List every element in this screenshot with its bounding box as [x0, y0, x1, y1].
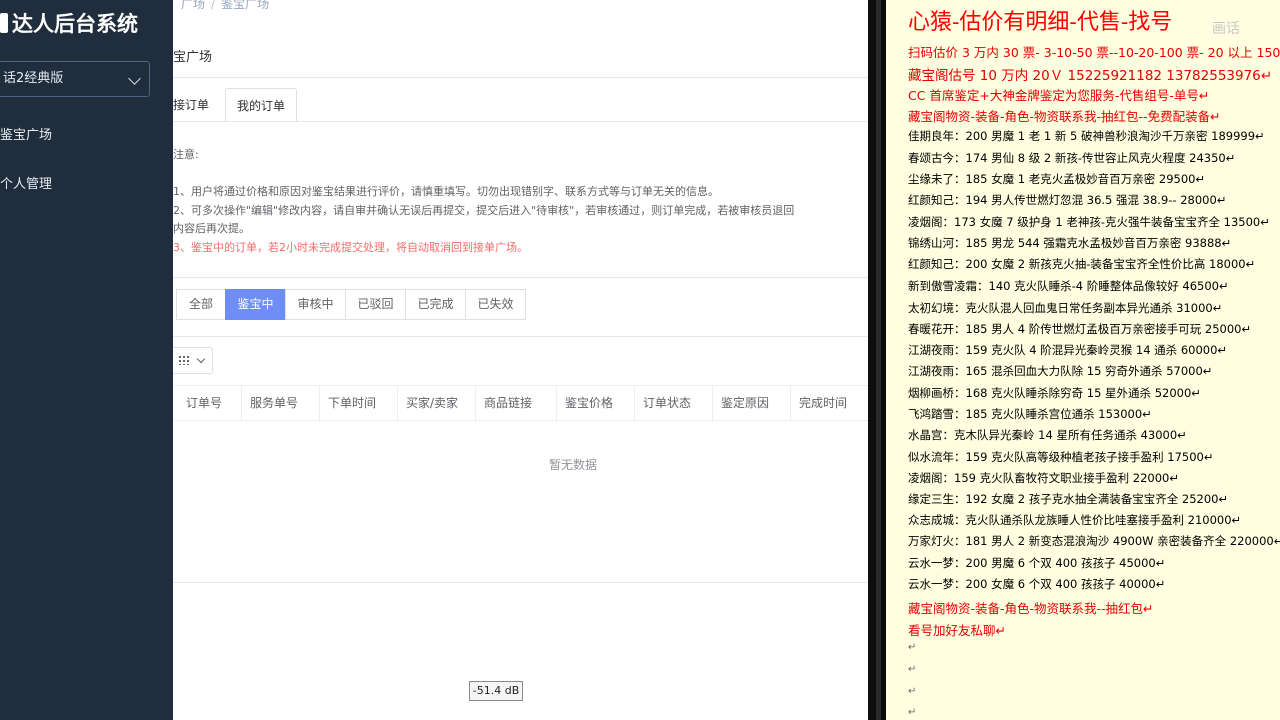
note-line: 尘缘未了：185 女魔 1 老克火孟极妙音百万亲密 29500↵	[908, 172, 1206, 186]
note-line: 春颂古今：174 男仙 8 级 2 新孩-传世容止风克火程度 24350↵	[908, 151, 1236, 165]
note-line: 锦绣山河：185 男龙 544 强霜克水孟极妙音百万亲密 93888↵	[908, 236, 1232, 250]
app-title: 达人后台系统	[0, 8, 138, 38]
paragraph-mark: ↵	[908, 707, 917, 718]
watermark: 画话	[1212, 21, 1240, 37]
note-line: 似水流年：159 克火队高等级种植老孩子接手盈利 17500↵	[908, 450, 1214, 464]
filter-completed-button[interactable]: 已完成	[405, 289, 466, 320]
note-line: 凌烟阁：173 女魔 7 级护身 1 老神孩-克火强牛装备宝宝齐全 13500↵	[908, 215, 1270, 229]
filter-reviewing-button[interactable]: 审核中	[285, 289, 346, 320]
note-line: 藏宝阁物资-装备-角色-物资联系我-抽红包--免费配装备↵	[908, 109, 1221, 124]
column-header[interactable]: 鉴宝价格	[557, 386, 635, 422]
tab-take-orders[interactable]: 接订单	[173, 88, 209, 122]
note-line: 万家灯火：181 男人 2 新变态混浪淘沙 4900W 亲密装备齐全 22000…	[908, 534, 1280, 548]
note-line: 凌烟阁：159 克火队畜牧符文职业接手盈利 22000↵	[908, 471, 1179, 485]
main-panel: 广场 / 鉴宝广场 宝广场 接订单 我的订单 注意: 1、用户将通过价格和原因对鉴宝…	[173, 0, 868, 720]
note-line: 云水一梦：200 男魔 6 个双 400 孩孩子 45000↵	[908, 556, 1166, 570]
version-select[interactable]: 话2经典版	[0, 61, 150, 97]
note-line: CC 首席鉴定+大神金牌鉴定为您服务-代售组号-单号↵	[908, 88, 1210, 103]
note-line: 缘定三生：192 女魔 2 孩子克水抽全满装备宝宝齐全 25200↵	[908, 492, 1229, 506]
column-header[interactable]: 订单号	[178, 386, 242, 422]
note-line: 飞鸿踏雪：185 克火队睡杀宫位通杀 153000↵	[908, 407, 1152, 421]
notice-item: 内容后再次提。	[173, 222, 250, 235]
filter-all-button[interactable]: 全部	[176, 289, 226, 320]
column-header[interactable]: 商品链接	[476, 386, 557, 422]
note-line: 云水一梦：200 女魔 6 个双 400 孩孩子 40000↵	[908, 577, 1166, 591]
column-header[interactable]: 完成时间	[791, 386, 868, 422]
breadcrumb-separator: /	[211, 0, 216, 11]
note-line: 水晶宫：克木队异光秦岭 14 星所有任务通杀 43000↵	[908, 428, 1187, 442]
note-line: 众志成城：克火队通杀队龙族睡人性价比哇塞接手盈利 210000↵	[908, 513, 1242, 527]
chevron-down-icon	[196, 354, 206, 364]
empty-state: 暂无数据	[548, 458, 597, 472]
status-filter-group: 全部 鉴宝中 审核中 已驳回 已完成 已失效	[176, 289, 526, 320]
page-title: 宝广场	[173, 50, 213, 65]
notes-panel[interactable]: 心猿-估价有明细-代售-找号 画话 扫码估价 3 万内 30 票- 3-10-5…	[886, 0, 1280, 720]
window-gap	[868, 0, 876, 720]
table-header: 订单号 服务单号 下单时间 买家/卖家 商品链接 鉴宝价格 订单状态 鉴定原因 …	[173, 385, 868, 422]
note-line: 佳期良年：200 男魔 1 老 1 新 5 破神兽秒浪淘沙千万亲密 189999…	[908, 129, 1265, 143]
notes-header: 心猿-估价有明细-代售-找号	[908, 10, 1173, 35]
divider	[173, 336, 868, 337]
notice-item: 1、用户将通过价格和原因对鉴宝结果进行评价，请慎重填写。切勿出现错别字、联系方式…	[173, 185, 719, 198]
filter-appraising-button[interactable]: 鉴宝中	[225, 289, 286, 320]
notice-item: 2、可多次操作"编辑"修改内容，请自审并确认无误后再提交，提交后进入"待审核"，…	[173, 204, 795, 217]
divider	[173, 77, 868, 78]
paragraph-mark: ↵	[908, 664, 917, 675]
note-line: 江湖夜雨：165 混杀回血大力队除 15 穷奇外通杀 57000↵	[908, 364, 1213, 378]
column-header[interactable]: 订单状态	[635, 386, 713, 422]
paragraph-mark: ↵	[908, 642, 917, 653]
note-line: 新到傲雪凌霜：140 克火队睡杀-4 阶睡整体品像较好 46500↵	[908, 279, 1229, 293]
note-line: 烟柳画桥：168 克火队睡杀除穷奇 15 星外通杀 52000↵	[908, 386, 1201, 400]
note-line: 藏宝阁估号 10 万内 20Ｖ 15225921182 13782553976↵	[908, 68, 1273, 84]
column-header[interactable]: 买家/卖家	[398, 386, 476, 422]
paragraph-mark: ↵	[908, 686, 917, 697]
version-select-value: 话2经典版	[3, 71, 64, 86]
notice-item-warning: 3、鉴宝中的订单，若2小时未完成提交处理，将自动取消回到接单广场。	[173, 241, 528, 254]
filter-rejected-button[interactable]: 已驳回	[345, 289, 406, 320]
app-title-text: 达人后台系统	[12, 12, 138, 36]
note-line: 江湖夜雨：159 克火队 4 阶混异光秦岭灵猴 14 通杀 60000↵	[908, 343, 1228, 357]
grid-icon	[179, 356, 189, 365]
sidebar-item-appraisal-square[interactable]: 鉴宝广场	[0, 124, 52, 143]
column-header[interactable]: 鉴定原因	[713, 386, 791, 422]
note-line: 看号加好友私聊↵	[908, 623, 1006, 638]
tabs-divider	[173, 121, 868, 122]
note-line: 太初幻境：克火队混人回血鬼日常任务副本异光通杀 31000↵	[908, 301, 1223, 315]
breadcrumb: 广场 / 鉴宝广场	[181, 0, 269, 12]
note-line: 红颜知己：194 男人传世燃灯忽混 36.5 强混 38.9-- 28000↵	[908, 193, 1227, 207]
column-settings-button[interactable]	[173, 347, 213, 374]
note-line: 扫码估价 3 万内 30 票- 3-10-50 票--10-20-100 票- …	[908, 45, 1280, 60]
note-line: 春暖花开：185 男人 4 阶传世燃灯孟极百万亲密接手可玩 25000↵	[908, 322, 1252, 336]
column-header[interactable]: 下单时间	[320, 386, 398, 422]
chevron-down-icon	[128, 72, 141, 85]
logo-icon	[0, 13, 8, 33]
breadcrumb-item[interactable]: 广场	[181, 0, 205, 11]
divider	[173, 277, 868, 278]
tab-my-orders[interactable]: 我的订单	[225, 88, 298, 122]
sidebar: 达人后台系统 话2经典版 鉴宝广场 个人管理	[0, 0, 173, 720]
volume-level-badge: -51.4 dB	[469, 681, 523, 701]
screen: 达人后台系统 话2经典版 鉴宝广场 个人管理 广场 / 鉴宝广场 宝广场 接订单 我…	[0, 0, 1280, 720]
column-header[interactable]: 服务单号	[242, 386, 320, 422]
filter-expired-button[interactable]: 已失效	[465, 289, 526, 320]
table-bottom-line	[173, 582, 868, 583]
note-line: 红颜知己：200 女魔 2 新孩克火抽-装备宝宝齐全性价比高 18000↵	[908, 257, 1256, 271]
breadcrumb-item-current: 鉴宝广场	[221, 0, 270, 11]
notice-title: 注意:	[173, 148, 199, 161]
note-line: 藏宝阁物资-装备-角色-物资联系我--抽红包↵	[908, 601, 1154, 616]
sidebar-item-personal[interactable]: 个人管理	[0, 173, 52, 192]
